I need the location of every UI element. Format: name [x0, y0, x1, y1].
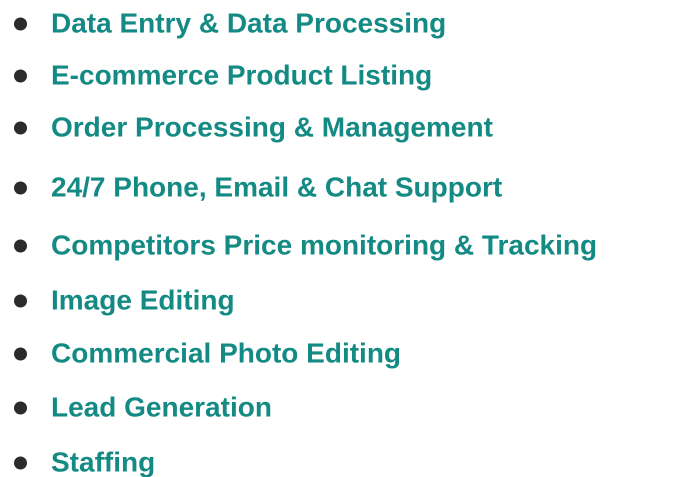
list-item: Lead Generation: [0, 388, 682, 428]
list-item: E-commerce Product Listing: [0, 56, 682, 96]
bullet-icon: [14, 69, 27, 83]
service-label: Data Entry & Data Processing: [51, 7, 447, 39]
list-item: Data Entry & Data Processing: [0, 4, 682, 44]
bullet-icon: [14, 181, 27, 195]
service-label: Commercial Photo Editing: [51, 337, 402, 369]
bullet-icon: [14, 239, 27, 253]
bullet-icon: [14, 121, 27, 135]
list-item: 24/7 Phone, Email & Chat Support: [0, 168, 682, 208]
bullet-icon: [14, 347, 27, 361]
bullet-icon: [14, 17, 27, 31]
list-item: Order Processing & Management: [0, 108, 682, 148]
service-label: E-commerce Product Listing: [51, 59, 433, 91]
list-item: Commercial Photo Editing: [0, 334, 682, 374]
list-item: Image Editing: [0, 281, 682, 321]
list-item: Staffing: [0, 443, 682, 477]
service-label: Competitors Price monitoring & Tracking: [51, 229, 598, 261]
bullet-icon: [14, 294, 27, 308]
bullet-icon: [14, 456, 27, 470]
service-label: 24/7 Phone, Email & Chat Support: [51, 171, 503, 203]
bullet-icon: [14, 401, 27, 415]
service-label: Lead Generation: [51, 391, 272, 423]
services-list: Data Entry & Data Processing E-commerce …: [0, 0, 682, 477]
list-item: Competitors Price monitoring & Tracking: [0, 226, 682, 266]
service-label: Image Editing: [51, 284, 235, 316]
service-label: Staffing: [51, 446, 156, 477]
service-label: Order Processing & Management: [51, 111, 493, 143]
